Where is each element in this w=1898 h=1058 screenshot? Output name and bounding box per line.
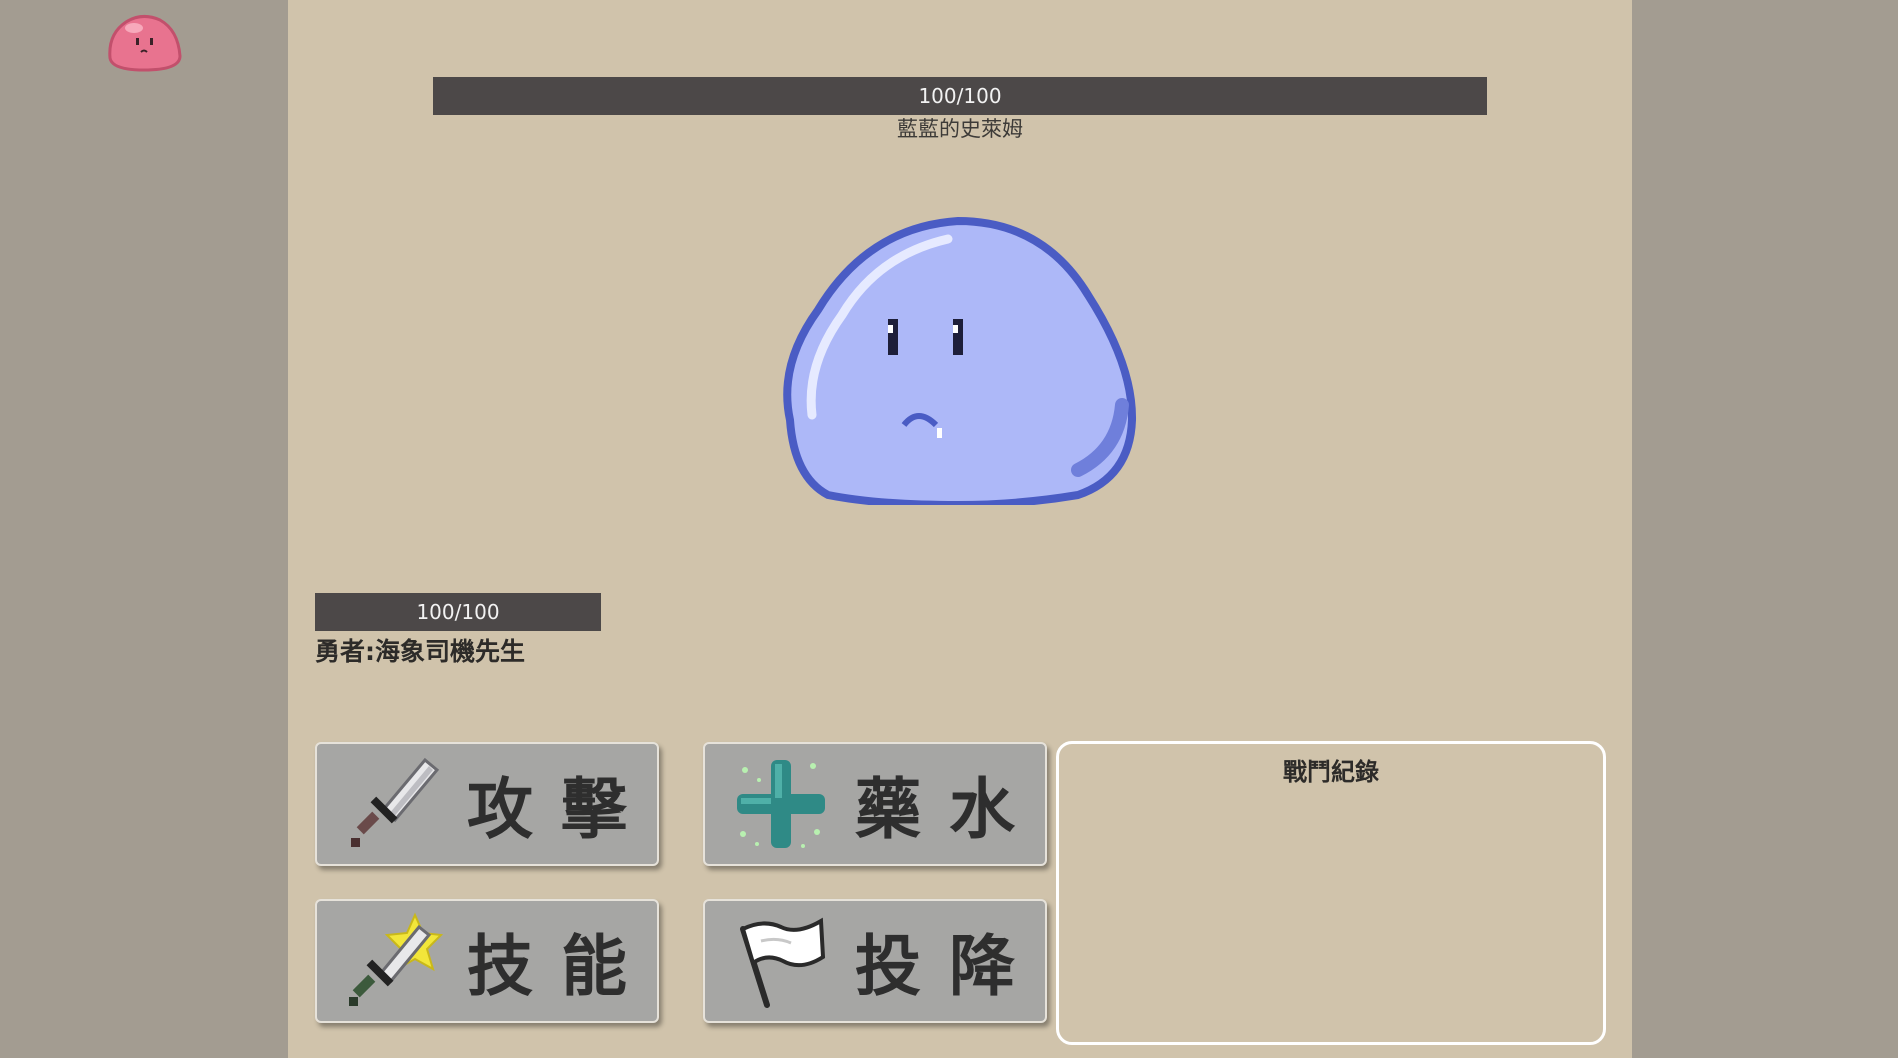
blue-slime-sprite xyxy=(783,216,1137,505)
magic-sword-icon xyxy=(349,912,443,1006)
enemy-name: 藍藍的史萊姆 xyxy=(897,117,1023,141)
potion-button[interactable]: 藥水 xyxy=(703,742,1047,866)
hero-hp-bar: 100/100 xyxy=(315,593,601,631)
battle-stage: 100/100 藍藍的史萊姆 100/100 勇者:海象司機先生 攻擊 藥水 技… xyxy=(288,0,1632,1058)
attack-button[interactable]: 攻擊 xyxy=(315,742,659,866)
battle-log-panel[interactable]: 戰鬥紀錄 xyxy=(1056,741,1606,1045)
hero-name: 勇者:海象司機先生 xyxy=(315,637,525,666)
flee-label: 投降 xyxy=(855,927,1043,1005)
potion-label: 藥水 xyxy=(855,770,1043,848)
hero-hp-text: 100/100 xyxy=(416,600,500,624)
sword-icon xyxy=(351,757,440,847)
skill-label: 技能 xyxy=(467,927,655,1005)
attack-label: 攻擊 xyxy=(467,770,655,848)
white-flag-icon xyxy=(740,917,826,1008)
enemy-hp-text: 100/100 xyxy=(918,84,1002,108)
enemy-hp-bar: 100/100 xyxy=(433,77,1487,115)
pink-slime-icon[interactable] xyxy=(104,8,184,74)
battle-log-title: 戰鬥紀錄 xyxy=(1283,758,1379,786)
flee-button[interactable]: 投降 xyxy=(703,899,1047,1023)
teal-cross-icon xyxy=(737,760,825,848)
skill-button[interactable]: 技能 xyxy=(315,899,659,1023)
